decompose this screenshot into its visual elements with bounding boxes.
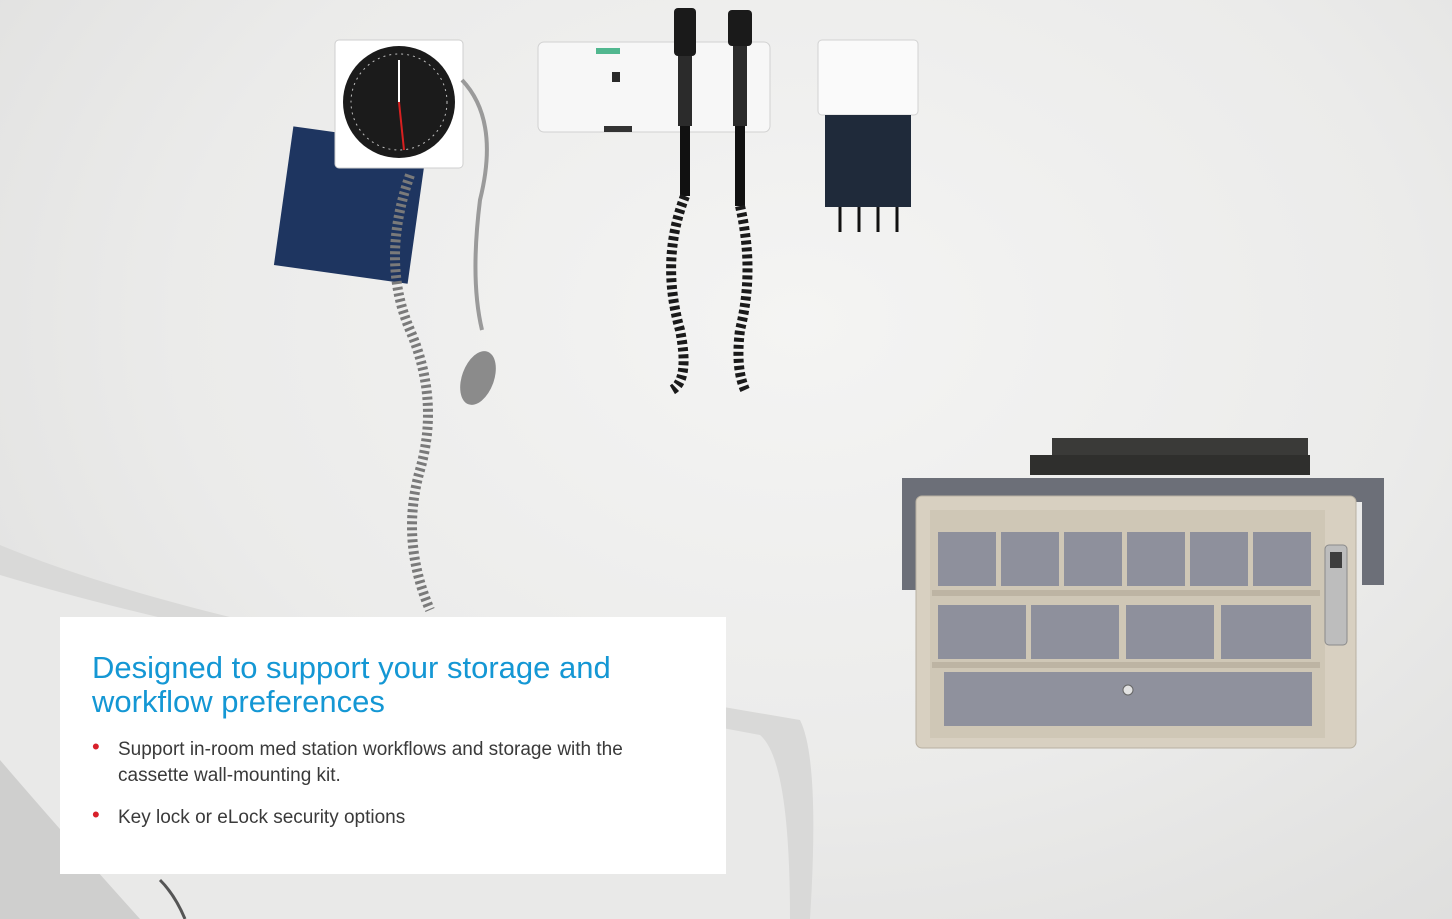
list-item: • Support in-room med station workflows … xyxy=(92,734,638,789)
hero-scene: Designed to support your storage and wor… xyxy=(0,0,1452,919)
blood-pressure-gauge-icon xyxy=(273,39,496,612)
list-item-text: Support in-room med station workflows an… xyxy=(118,739,623,786)
bullet-icon: • xyxy=(92,734,100,759)
list-item: • Key lock or eLock security options xyxy=(92,802,638,831)
wall-cassette-icon xyxy=(902,438,1384,749)
info-card: Designed to support your storage and wor… xyxy=(60,617,726,874)
list-item-text: Key lock or eLock security options xyxy=(118,807,406,828)
bullet-icon: • xyxy=(92,802,100,827)
card-heading: Designed to support your storage and wor… xyxy=(92,650,611,719)
specula-dispenser-icon xyxy=(817,39,919,232)
feature-list: • Support in-room med station workflows … xyxy=(92,734,694,831)
